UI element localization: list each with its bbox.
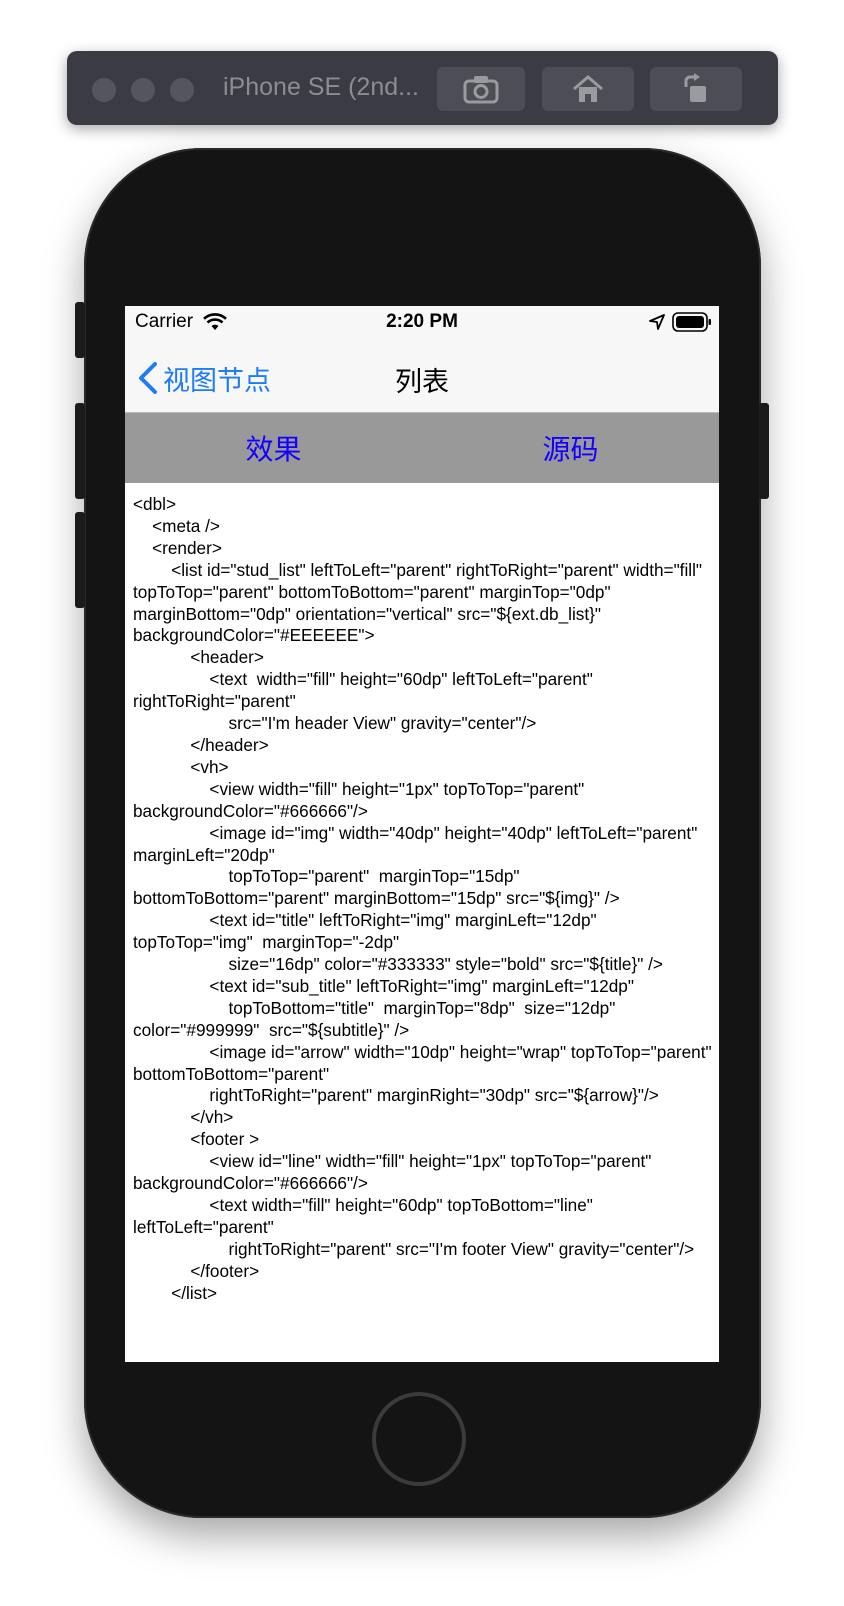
zoom-window-button[interactable] xyxy=(170,78,194,102)
home-icon xyxy=(573,75,603,102)
source-code-text: <dbl> <meta /> <render> <list id="stud_l… xyxy=(133,494,712,1303)
power-button xyxy=(759,403,769,499)
device-screen: Carrier 2:20 PM 视图节点 列表 效果 源码 <dbl> <met… xyxy=(125,306,719,1362)
close-window-button[interactable] xyxy=(92,78,116,102)
simulator-toolbar: iPhone SE (2nd... xyxy=(67,51,778,125)
tab-effect[interactable]: 效果 xyxy=(125,413,422,483)
tab-source[interactable]: 源码 xyxy=(422,413,719,483)
volume-down-button xyxy=(75,512,85,608)
camera-icon xyxy=(463,76,499,104)
volume-up-button xyxy=(75,403,85,499)
home-button[interactable] xyxy=(542,67,634,111)
device-title: iPhone SE (2nd... xyxy=(223,73,419,101)
minimize-window-button[interactable] xyxy=(131,78,155,102)
segment-tab-bar: 效果 源码 xyxy=(125,413,719,483)
rotate-icon xyxy=(684,73,706,102)
page-title: 列表 xyxy=(395,367,449,398)
rotate-button[interactable] xyxy=(650,67,742,111)
mute-switch xyxy=(75,302,85,358)
device-home-button[interactable] xyxy=(372,1392,466,1486)
screenshot-button[interactable] xyxy=(437,67,525,111)
location-arrow-icon xyxy=(649,314,665,330)
battery-icon xyxy=(672,312,711,332)
status-time: 2:20 PM xyxy=(386,311,458,332)
status-bar: Carrier 2:20 PM xyxy=(125,306,719,338)
navigation-bar: 视图节点 列表 xyxy=(125,338,719,413)
